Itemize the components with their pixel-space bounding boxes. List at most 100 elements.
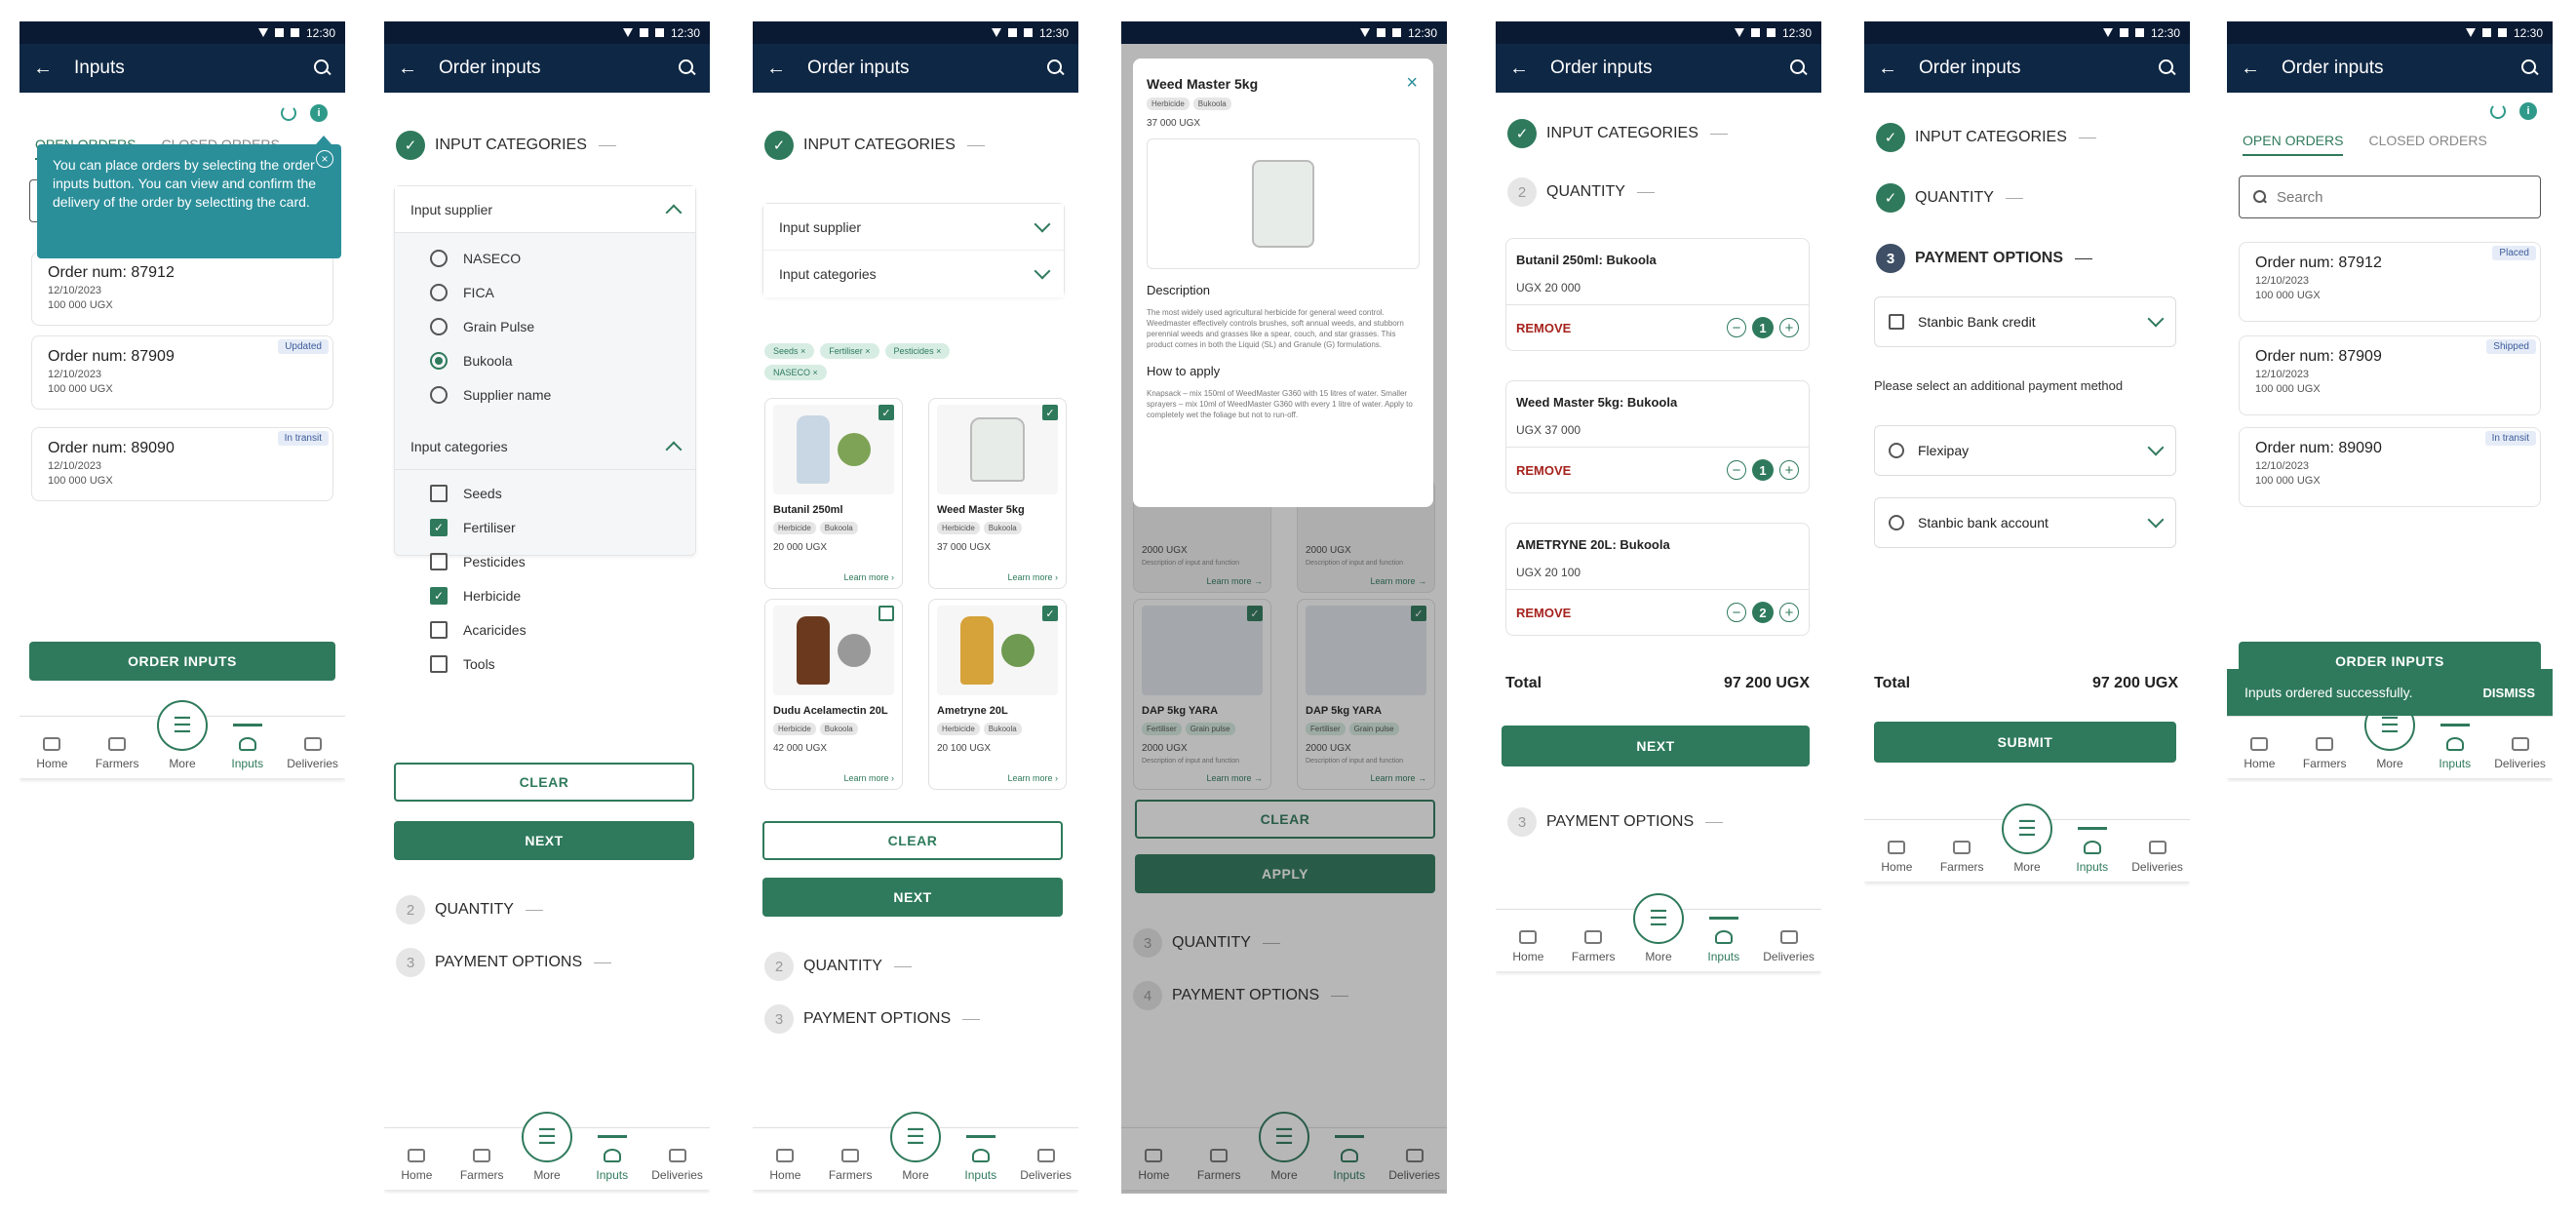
nav-inputs[interactable]: Inputs — [952, 1135, 1010, 1182]
product-card[interactable]: ✓ Weed Master 5kg Herbicide Bukoola 37 00… — [928, 398, 1067, 589]
nav-deliveries[interactable]: Deliveries — [284, 737, 342, 770]
category-option[interactable]: ✓ Herbicide — [395, 578, 695, 612]
nav-home[interactable]: Home — [1867, 841, 1926, 874]
clear-button[interactable]: CLEAR — [394, 763, 694, 802]
nav-inputs[interactable]: Inputs — [218, 724, 277, 770]
back-arrow-icon[interactable]: ← — [1509, 58, 1539, 80]
primary-payment-select[interactable]: Stanbic Bank credit — [1874, 296, 2176, 347]
minus-icon[interactable]: − — [1727, 460, 1746, 480]
checkbox-icon[interactable] — [1889, 314, 1904, 330]
nav-home[interactable]: Home — [1499, 930, 1557, 963]
supplier-option[interactable]: Bukoola — [395, 343, 695, 377]
input-supplier-header[interactable]: Input supplier — [395, 186, 695, 233]
learn-more-link[interactable]: Learn more › — [843, 773, 894, 783]
nav-deliveries[interactable]: Deliveries — [2491, 737, 2550, 770]
nav-home[interactable]: Home — [2230, 737, 2288, 770]
filter-chip[interactable]: Seeds × — [764, 343, 815, 359]
supplier-option[interactable]: Supplier name — [395, 377, 695, 412]
category-option[interactable]: ✓ Fertiliser — [395, 510, 695, 544]
supplier-option[interactable]: Grain Pulse — [395, 309, 695, 343]
search-icon[interactable] — [314, 59, 332, 77]
close-icon[interactable]: × — [316, 150, 333, 168]
plus-icon[interactable]: + — [1779, 318, 1799, 337]
nav-deliveries[interactable]: Deliveries — [1017, 1149, 1075, 1182]
radio-icon[interactable] — [1889, 443, 1904, 458]
nav-farmers[interactable]: Farmers — [2295, 737, 2354, 770]
nav-farmers[interactable]: Farmers — [1564, 930, 1622, 963]
input-categories-header[interactable]: Input categories — [763, 251, 1064, 297]
order-card[interactable]: Shipped Order num: 87909 12/10/2023 100 … — [2239, 335, 2541, 415]
nav-inputs[interactable]: Inputs — [1695, 917, 1753, 963]
order-card[interactable]: Placed Order num: 87912 12/10/2023 100 0… — [2239, 242, 2541, 322]
back-arrow-icon[interactable]: ← — [398, 58, 427, 80]
minus-icon[interactable]: − — [1727, 318, 1746, 337]
nav-more[interactable]: ☰ More — [1998, 804, 2056, 874]
plus-icon[interactable]: + — [1779, 603, 1799, 622]
search-icon[interactable] — [2521, 59, 2539, 77]
nav-home[interactable]: Home — [22, 737, 81, 770]
dismiss-button[interactable]: DISMISS — [2483, 686, 2535, 700]
tab-closed-orders[interactable]: CLOSED ORDERS — [2368, 133, 2486, 156]
back-arrow-icon[interactable]: ← — [33, 58, 62, 80]
next-button[interactable]: NEXT — [762, 878, 1063, 917]
refresh-icon[interactable] — [281, 105, 296, 121]
product-card[interactable]: ✓ Butanil 250ml Herbicide Bukoola 20 000 … — [764, 398, 903, 589]
nav-home[interactable]: Home — [387, 1149, 446, 1182]
filter-chip[interactable]: Fertiliser × — [820, 343, 879, 359]
search-input[interactable]: Search — [2239, 176, 2541, 218]
clear-button[interactable]: CLEAR — [762, 821, 1063, 860]
remove-button[interactable]: REMOVE — [1516, 321, 1571, 335]
remove-button[interactable]: REMOVE — [1516, 606, 1571, 620]
nav-more[interactable]: ☰ More — [886, 1112, 945, 1182]
next-button[interactable]: NEXT — [1502, 726, 1810, 766]
info-icon[interactable]: i — [2519, 102, 2537, 120]
back-arrow-icon[interactable]: ← — [766, 58, 796, 80]
nav-more[interactable]: ☰ More — [2361, 700, 2419, 770]
category-option[interactable]: Tools — [395, 647, 695, 681]
product-card[interactable]: Dudu Acelamectin 20L Herbicide Bukoola 42… — [764, 599, 903, 790]
category-option[interactable]: Acaricides — [395, 612, 695, 647]
nav-farmers[interactable]: Farmers — [452, 1149, 511, 1182]
category-option[interactable]: Seeds — [395, 476, 695, 510]
minus-icon[interactable]: − — [1727, 603, 1746, 622]
search-icon[interactable] — [2159, 59, 2176, 77]
checkbox-checked-icon[interactable]: ✓ — [1042, 405, 1058, 420]
input-supplier-header[interactable]: Input supplier — [763, 204, 1064, 251]
checkbox-checked-icon[interactable]: ✓ — [878, 405, 894, 420]
nav-home[interactable]: Home — [756, 1149, 814, 1182]
order-card[interactable]: In transit Order num: 89090 12/10/2023 1… — [2239, 427, 2541, 507]
nav-more[interactable]: ☰ More — [1629, 893, 1688, 963]
tab-open-orders[interactable]: OPEN ORDERS — [2243, 133, 2344, 156]
order-card[interactable]: In transit Order num: 89090 12/10/2023 1… — [31, 427, 333, 501]
input-categories-header[interactable]: Input categories — [395, 423, 695, 470]
filter-chip[interactable]: Pesticides × — [884, 343, 951, 359]
checkbox-icon[interactable] — [878, 606, 894, 621]
learn-more-link[interactable]: Learn more › — [843, 572, 894, 582]
category-option[interactable]: Pesticides — [395, 544, 695, 578]
search-icon[interactable] — [1790, 59, 1808, 77]
nav-inputs[interactable]: Inputs — [583, 1135, 642, 1182]
refresh-icon[interactable] — [2490, 103, 2506, 119]
nav-farmers[interactable]: Farmers — [1932, 841, 1991, 874]
nav-inputs[interactable]: Inputs — [2426, 724, 2484, 770]
info-icon[interactable]: i — [310, 104, 328, 122]
product-card[interactable]: ✓ Ametryne 20L Herbicide Bukoola 20 100 U… — [928, 599, 1067, 790]
plus-icon[interactable]: + — [1779, 460, 1799, 480]
learn-more-link[interactable]: Learn more › — [1007, 572, 1058, 582]
back-arrow-icon[interactable]: ← — [1878, 58, 1907, 80]
close-icon[interactable]: × — [1406, 72, 1418, 95]
next-button[interactable]: NEXT — [394, 821, 694, 860]
filter-chip[interactable]: NASECO × — [764, 365, 827, 380]
radio-icon[interactable] — [1889, 515, 1904, 530]
search-icon[interactable] — [1047, 59, 1065, 77]
nav-deliveries[interactable]: Deliveries — [2128, 841, 2187, 874]
nav-deliveries[interactable]: Deliveries — [648, 1149, 707, 1182]
back-arrow-icon[interactable]: ← — [2241, 58, 2270, 80]
supplier-option[interactable]: FICA — [395, 275, 695, 309]
search-icon[interactable] — [679, 59, 696, 77]
supplier-option[interactable]: NASECO — [395, 241, 695, 275]
order-card[interactable]: Updated Order num: 87909 12/10/2023 100 … — [31, 335, 333, 410]
payment-method-select[interactable]: Flexipay — [1874, 425, 2176, 476]
order-card[interactable]: Order num: 87912 12/10/2023 100 000 UGX — [31, 252, 333, 326]
submit-button[interactable]: SUBMIT — [1874, 722, 2176, 763]
